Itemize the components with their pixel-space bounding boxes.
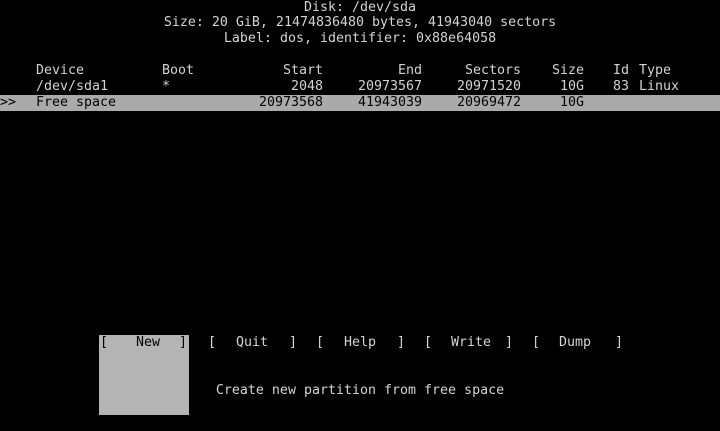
partition-start: 2048 (290, 79, 323, 94)
column-header-boot: Boot (162, 63, 195, 78)
column-header-sectors: Sectors (464, 63, 521, 78)
quit-button-label: Quit (235, 335, 269, 350)
partition-size: 10G (559, 95, 584, 110)
bracket-close: ] (397, 335, 406, 350)
bracket-open: [ (208, 335, 217, 350)
partition-row-selected[interactable]: >> Free space 20973568 41943039 20969472… (0, 95, 720, 111)
disk-title: Disk: /dev/sda (303, 0, 417, 15)
column-header-id: Id (612, 63, 629, 78)
quit-button[interactable]: [ Quit ] (207, 335, 297, 415)
partition-end: 41943039 (357, 95, 422, 110)
column-header-start: Start (282, 63, 323, 78)
bracket-close: ] (615, 335, 624, 350)
partition-device: /dev/sda1 (36, 79, 109, 94)
disk-label-info: Label: dos, identifier: 0x88e64058 (223, 31, 497, 46)
partition-start: 20973568 (258, 95, 323, 110)
partition-boot-flag: * (162, 79, 171, 94)
column-header-size: Size (551, 63, 584, 78)
bracket-close: ] (289, 335, 298, 350)
partition-table-header: Device Boot Start End Sectors Size Id Ty… (0, 63, 720, 79)
column-header-end: End (397, 63, 422, 78)
column-header-type: Type (639, 63, 672, 78)
bracket-close: ] (179, 335, 188, 350)
bracket-open: [ (316, 335, 325, 350)
dump-button-label: Dump (558, 335, 592, 350)
bracket-open: [ (424, 335, 433, 350)
bracket-close: ] (505, 335, 514, 350)
partition-type: Linux (639, 79, 680, 94)
help-button[interactable]: [ Help ] (315, 335, 405, 415)
partition-sectors: 20969472 (456, 95, 521, 110)
help-button-label: Help (343, 335, 377, 350)
bracket-open: [ (532, 335, 541, 350)
cfdisk-screen: { "disk": { "title": "Disk: /dev/sda", "… (0, 0, 720, 415)
partition-end: 20973567 (357, 79, 422, 94)
partition-sectors: 20971520 (456, 79, 521, 94)
new-button[interactable]: [ New ] (99, 335, 189, 415)
action-menu: [ New ] [ Quit ] [ Help ] [ Write ] [ Du… (0, 335, 720, 415)
write-button[interactable]: [ Write ] (423, 335, 513, 415)
partition-device: Free space (36, 95, 117, 110)
bracket-open: [ (100, 335, 109, 350)
new-button-label: New (135, 335, 161, 350)
partition-id: 83 (612, 79, 629, 94)
disk-size-info: Size: 20 GiB, 21474836480 bytes, 4194304… (163, 15, 557, 30)
partition-size: 10G (559, 79, 584, 94)
row-selection-marker: >> (0, 95, 17, 110)
dump-button[interactable]: [ Dump ] (531, 335, 623, 415)
status-hint: Create new partition from free space (215, 383, 505, 398)
column-header-device: Device (36, 63, 85, 78)
write-button-label: Write (450, 335, 492, 350)
partition-row[interactable]: /dev/sda1 * 2048 20973567 20971520 10G 8… (0, 79, 720, 95)
